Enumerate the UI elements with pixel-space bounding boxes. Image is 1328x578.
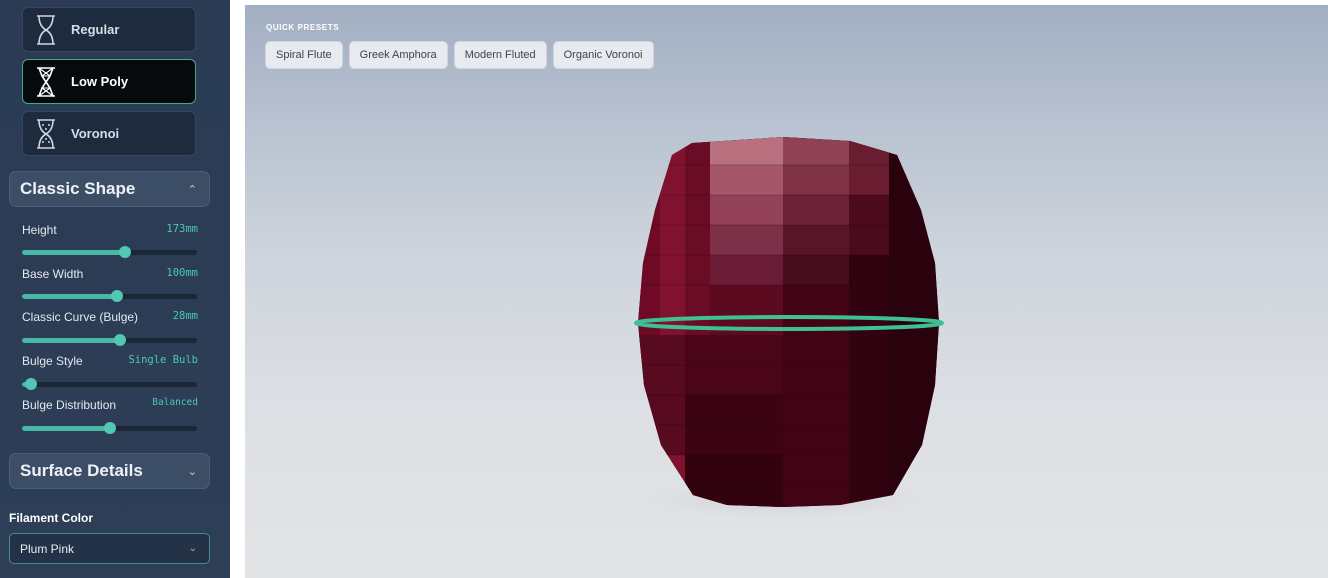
section-title: Classic Shape [20,179,136,198]
divider [230,0,245,578]
slider-fill [22,250,126,255]
sidebar: Regular Low Poly Voronoi Classic Shape ⌃… [0,0,230,578]
chevron-down-icon: ⌄ [188,543,197,554]
surface-details-header[interactable]: Surface Details ⌄ [9,453,210,489]
slider-thumb[interactable] [110,290,123,302]
style-button-low-poly[interactable]: Low Poly [22,59,196,104]
chevron-down-icon: ⌄ [187,465,197,478]
base-width-slider[interactable] [22,290,197,302]
hourglass-lowpoly-icon [33,65,59,99]
base-width-label: Base Width [22,267,84,281]
slider-fill [22,426,110,431]
classic-shape-header[interactable]: Classic Shape ⌃ [9,171,210,207]
classic-curve-slider[interactable] [22,334,197,346]
hourglass-voronoi-icon [33,117,59,151]
chevron-up-icon: ⌃ [187,183,197,196]
style-button-voronoi[interactable]: Voronoi [22,111,196,156]
style-button-regular[interactable]: Regular [22,7,196,52]
bulge-style-label: Bulge Style [22,354,83,368]
bulge-distribution-value: Balanced [152,397,198,408]
slider-thumb[interactable] [24,378,37,390]
slider-thumb[interactable] [114,334,126,346]
bulge-distribution-slider[interactable] [22,422,197,434]
hourglass-regular-icon [33,13,59,47]
slider-thumb[interactable] [103,422,116,434]
filament-color-label: Filament Color [9,511,94,525]
height-value: 173mm [166,223,198,235]
style-button-label: Voronoi [71,126,120,141]
bulge-style-slider[interactable] [22,378,197,390]
vase-model[interactable] [245,5,1328,578]
base-width-value: 100mm [166,267,198,279]
classic-curve-label: Classic Curve (Bulge) [22,310,139,324]
height-slider[interactable] [22,246,197,258]
style-button-label: Regular [71,22,120,37]
filament-color-select[interactable]: Plum Pink ⌄ [9,533,210,564]
height-label: Height [22,223,57,237]
classic-curve-value: 28mm [172,310,198,322]
3d-viewport[interactable]: QUICK PRESETS Spiral Flute Greek Amphora… [245,5,1328,578]
bulge-style-value: Single Bulb [128,354,198,366]
filament-color-value: Plum Pink [20,541,75,556]
style-button-label: Low Poly [71,74,129,89]
slider-fill [22,338,120,343]
slider-fill [22,294,117,299]
section-title: Surface Details [20,461,143,480]
bulge-distribution-label: Bulge Distribution [22,398,117,412]
slider-thumb[interactable] [119,246,132,258]
